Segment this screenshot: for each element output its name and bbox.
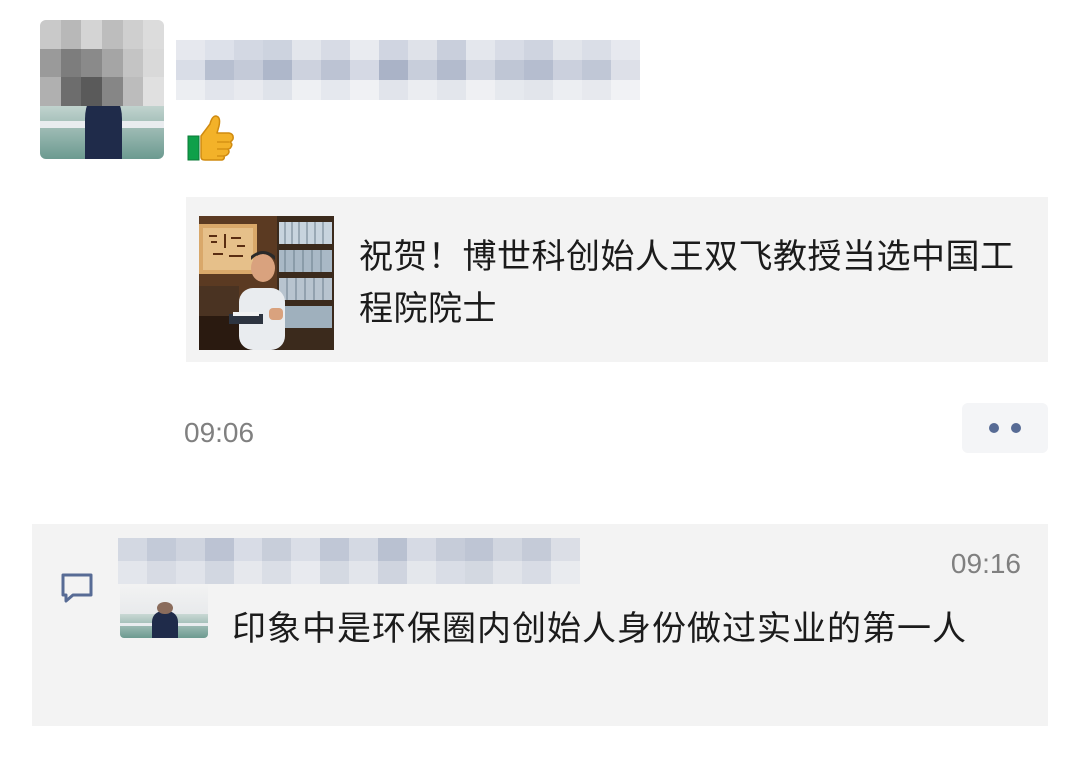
post-author-avatar[interactable] xyxy=(40,20,164,159)
avatar-mosaic xyxy=(40,20,164,107)
post-timestamp: 09:06 xyxy=(184,417,255,448)
comment-section: 09:16 印象中是环保圈内创始人身份做过实业的第一人 xyxy=(32,524,1048,726)
more-dots-icon xyxy=(989,423,999,433)
shared-link-card[interactable]: 祝贺！博世科创始人王双飞教授当选中国工程院院士 xyxy=(186,197,1048,362)
link-title: 祝贺！博世科创始人王双飞教授当选中国工程院院士 xyxy=(359,237,1015,329)
more-actions-button[interactable] xyxy=(962,403,1048,453)
thumbs-up-icon xyxy=(186,112,236,164)
commenter-avatar[interactable] xyxy=(120,582,208,638)
commenter-name-redacted[interactable] xyxy=(118,538,580,584)
comment-text: 印象中是环保圈内创始人身份做过实业的第一人 xyxy=(232,609,967,649)
post-author-name-redacted[interactable] xyxy=(176,40,640,100)
comment-timestamp: 09:16 xyxy=(950,548,1021,579)
comment-bubble-icon xyxy=(59,571,95,605)
link-thumbnail-image xyxy=(199,216,334,350)
more-dots-icon-second xyxy=(1011,423,1021,433)
